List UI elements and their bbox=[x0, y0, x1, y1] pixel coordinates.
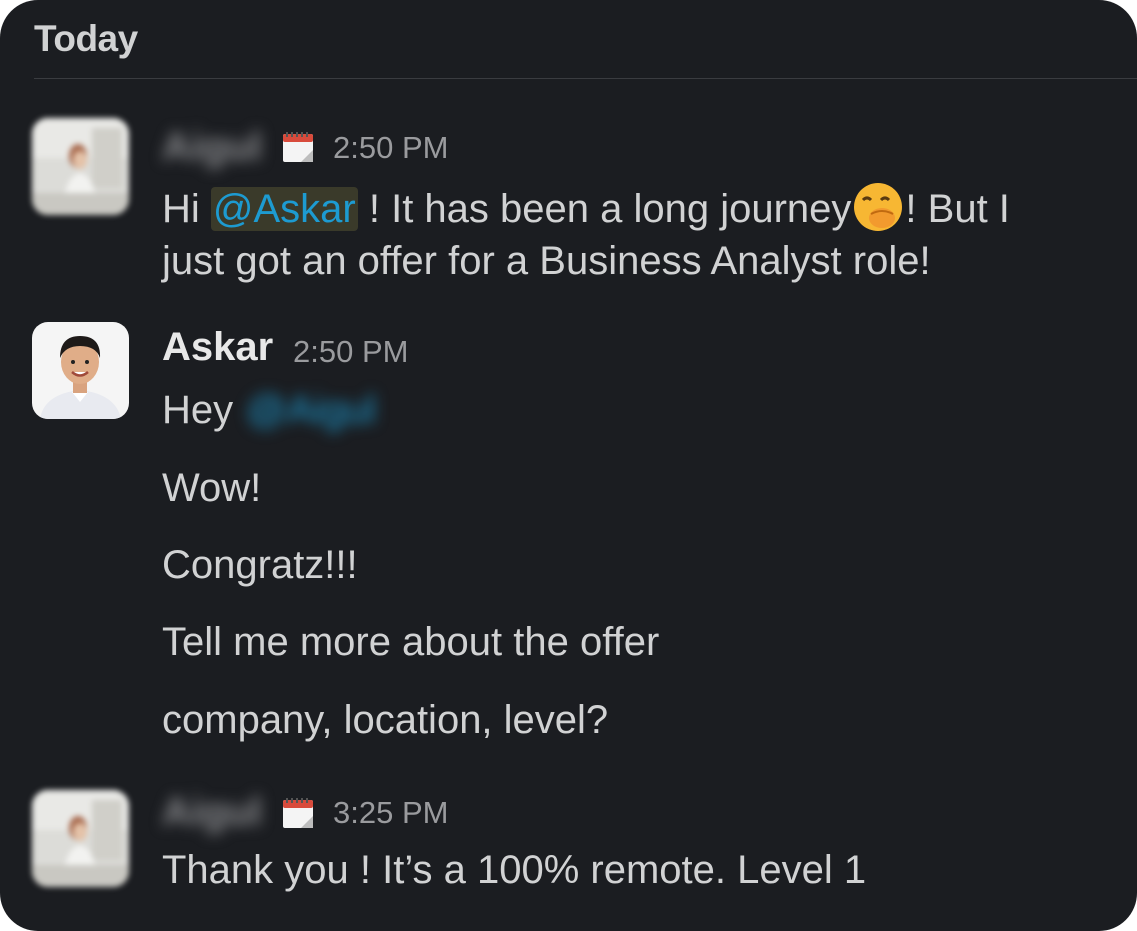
message-text-line: Wow! bbox=[162, 466, 262, 510]
face-with-hand-over-mouth-icon bbox=[854, 183, 903, 231]
user-mention[interactable]: @Askar bbox=[210, 187, 358, 231]
message-text-line: just got an offer for a Business Analyst… bbox=[162, 239, 931, 283]
calendar-icon bbox=[283, 132, 313, 162]
user-mention[interactable]: @Aigul bbox=[244, 388, 378, 432]
message-text-line: Hi @Askar ! It has been a long journey !… bbox=[162, 180, 1010, 236]
sender-name[interactable]: Aigul bbox=[162, 125, 262, 170]
day-divider-label[interactable]: Today bbox=[34, 18, 138, 60]
text-segment: ! It has been a long journey bbox=[357, 187, 852, 231]
avatar[interactable] bbox=[32, 790, 129, 887]
message-text-line: Thank you ! It’s a 100% remote. Level 1 bbox=[162, 848, 867, 892]
calendar-icon bbox=[283, 798, 313, 828]
chat-window: Today Aigul 2:50 PM Hi @Askar ! It has b… bbox=[0, 0, 1137, 931]
avatar[interactable] bbox=[32, 322, 129, 419]
text-segment: ! But I bbox=[905, 187, 1010, 231]
message-text-line: company, location, level? bbox=[162, 698, 609, 742]
message-timestamp[interactable]: 3:25 PM bbox=[333, 795, 448, 831]
message-timestamp[interactable]: 2:50 PM bbox=[333, 130, 448, 166]
avatar[interactable] bbox=[32, 118, 129, 215]
text-segment: Hi bbox=[162, 187, 211, 231]
message-timestamp[interactable]: 2:50 PM bbox=[293, 334, 408, 370]
message-text-line: Congratz!!! bbox=[162, 543, 358, 587]
message-text-line: Tell me more about the offer bbox=[162, 620, 660, 664]
message-text-line: Hey @Aigul bbox=[162, 383, 378, 437]
text-segment: Hey bbox=[162, 388, 245, 432]
sender-name[interactable]: Askar bbox=[162, 325, 273, 370]
day-divider: Today bbox=[34, 0, 1137, 79]
sender-name[interactable]: Aigul bbox=[162, 790, 262, 835]
